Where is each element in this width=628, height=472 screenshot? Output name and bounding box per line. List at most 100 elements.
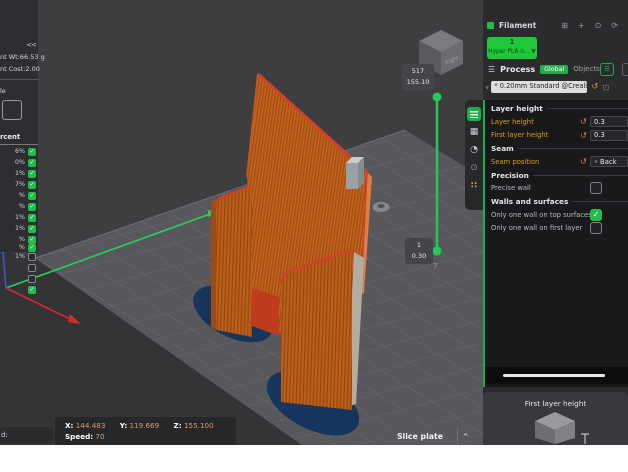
setting-tooltip: First layer height (483, 392, 628, 445)
checkbox-checked[interactable]: ✓ (28, 214, 36, 222)
checkbox-checked[interactable]: ✓ (28, 225, 36, 233)
list-item (0, 263, 38, 272)
slider-handle-bottom (433, 247, 442, 256)
tooltip-title: First layer height (483, 399, 628, 408)
support-gear-icon: ⊙ (470, 163, 478, 173)
settings-gear-icon[interactable]: ⊙ (595, 21, 602, 30)
filament-slot-number: 1 (487, 37, 537, 48)
tooltip-cube-illustration (483, 410, 628, 444)
tab-global[interactable]: Global (540, 65, 568, 74)
param-one-wall-first: Only one wall on first layer (485, 222, 628, 236)
preset-row: ∨ * 0.20mm Standard @Creality Ender-3 ..… (483, 80, 628, 94)
precise-wall-checkbox[interactable] (590, 182, 602, 194)
checkbox-checked[interactable]: ✓ (28, 170, 36, 178)
x-value: 144.483 (76, 421, 106, 430)
checkbox-unchecked[interactable] (28, 275, 36, 283)
save-preset-icon[interactable]: ⊡ (603, 83, 610, 92)
preset-select[interactable]: * 0.20mm Standard @Creality Ender-3 ... (491, 81, 587, 93)
coords-row: X: 144.483 Y: 119.669 Z: 155.100 (65, 421, 226, 430)
checkbox-checked[interactable]: ✓ (28, 148, 36, 156)
slider-help-icon[interactable]: ? (433, 262, 437, 271)
gray-ring[interactable] (373, 202, 390, 212)
layer-height-input[interactable]: 0.3 (590, 116, 628, 127)
checkbox-checked[interactable]: ✓ (28, 286, 36, 294)
slider-handle-top (433, 93, 442, 102)
x-label: X: (65, 421, 73, 430)
section-precision: Precision (485, 169, 628, 182)
horizontal-scrollbar[interactable] (485, 367, 628, 384)
tab-strength[interactable]: ▦ (467, 125, 481, 139)
section-seam: Seam (485, 142, 628, 155)
add-filament-icon[interactable]: + (578, 21, 585, 30)
speed-gauge-icon: ◔ (470, 145, 478, 155)
list-item: 0%✓ (0, 158, 38, 167)
list-item: 1%✓ (0, 213, 38, 222)
thumbnail-box (2, 100, 22, 120)
reset-preset-icon[interactable]: ↺ (591, 82, 598, 92)
gray-peg[interactable] (346, 157, 364, 189)
first-layer-height-input[interactable]: 0.3 (590, 130, 628, 141)
checkbox-checked[interactable]: ✓ (28, 192, 36, 200)
percent-header: rcent (0, 133, 20, 141)
divider (0, 144, 38, 145)
scrollbar-thumb[interactable] (503, 374, 605, 377)
list-item: 1%✓ (0, 169, 38, 178)
checkbox-checked[interactable]: ✓ (28, 203, 36, 211)
process-row: ☰ Process Global Objects ☰ (483, 61, 628, 77)
list-item: %✓ (0, 191, 38, 200)
process-settings: ▦ ◔ ⊙ ∷ Layer height Layer height ↺ 0.3 … (465, 100, 628, 387)
one-wall-first-checkbox[interactable] (590, 222, 602, 234)
chevron-down-icon[interactable]: ▼ (531, 49, 535, 55)
reset-icon[interactable]: ↺ (580, 131, 587, 140)
sync-icon[interactable]: ⟳ (611, 21, 618, 30)
scale-label: le (0, 87, 6, 95)
one-wall-top-checkbox[interactable]: ✓ (590, 209, 602, 221)
checkbox-checked[interactable]: ✓ (28, 244, 36, 252)
tab-quality[interactable] (467, 107, 481, 121)
filament-chip[interactable]: 1 Hyper PLA n... ▼ (487, 37, 537, 59)
list-item (0, 274, 38, 283)
y-value: 119.669 (130, 421, 160, 430)
chevron-down-icon[interactable]: ∨ (485, 84, 489, 91)
slice-plate-button[interactable]: Slice plate ^ (383, 427, 473, 445)
tab-objects[interactable]: Objects (573, 65, 599, 73)
filament-title: Filament (499, 21, 561, 30)
filament-cost-stat: nt Cost:2.00 (0, 65, 40, 73)
slider-top-layer: 517 (404, 66, 432, 77)
right-column-front (281, 250, 352, 410)
right-settings-panel: Filament ⊞ + ⊙ ⟳ 1 Hyper PLA n... ▼ ☰ Pr… (483, 0, 628, 445)
settings-tab-strip: ▦ ◔ ⊙ ∷ (465, 100, 483, 210)
advanced-mode-icon[interactable]: ☰ (600, 63, 614, 76)
process-title: Process (500, 65, 535, 74)
y-label: Y: (120, 421, 127, 430)
checkbox-checked[interactable]: ✓ (28, 181, 36, 189)
collapse-panel-button[interactable]: << (26, 41, 36, 49)
list-item: ✓ (0, 285, 38, 294)
checkbox-checked[interactable]: ✓ (28, 159, 36, 167)
left-column-front (216, 186, 252, 337)
filament-header: Filament ⊞ + ⊙ ⟳ (483, 19, 628, 32)
slider-top-height: 155.10 (404, 77, 432, 88)
list-item: 7%✓ (0, 180, 38, 189)
filament-name: Hyper PLA n... ▼ (487, 48, 537, 56)
viewport-3d[interactable]: Right 517 155.10 1 0.30 ? << nt Wt:66.53… (0, 0, 483, 445)
reset-icon[interactable]: ↺ (580, 157, 587, 166)
slider-bottom-label: 1 0.30 (405, 238, 433, 264)
checkbox-unchecked[interactable] (28, 264, 36, 272)
speed-label: Speed: (65, 432, 93, 441)
param-one-wall-top: Only one wall on top surfaces ✓ (485, 208, 628, 222)
tab-others[interactable]: ∷ (467, 179, 481, 193)
window-bottom-gap (0, 445, 628, 472)
tab-support[interactable]: ⊙ (467, 161, 481, 175)
seam-position-select[interactable]: ∨ Back (590, 156, 628, 167)
grid-icon[interactable]: ⊞ (561, 21, 568, 30)
slice-plate-label[interactable]: Slice plate (383, 427, 457, 445)
reset-icon[interactable]: ↺ (580, 117, 587, 126)
speed-row: Speed: 70 (65, 432, 226, 441)
param-layer-height: Layer height ↺ 0.3 (485, 115, 628, 129)
slice-dropdown-arrow[interactable]: ^ (458, 427, 473, 445)
slider-bottom-height: 0.30 (407, 251, 431, 262)
tab-speed[interactable]: ◔ (467, 143, 481, 157)
checkbox-unchecked[interactable] (28, 253, 36, 261)
quality-icon (470, 111, 478, 118)
